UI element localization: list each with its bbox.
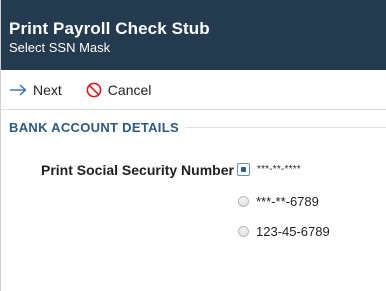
radio-selected-icon[interactable]: [237, 163, 250, 176]
section-divider: [184, 127, 386, 128]
cancel-button[interactable]: Cancel: [86, 81, 152, 98]
ssn-option-label: ***-**-6789: [256, 194, 319, 209]
toolbar: Next Cancel: [1, 70, 386, 110]
prohibited-icon: [86, 82, 102, 98]
cancel-button-label: Cancel: [107, 81, 152, 98]
ssn-field-label: Print Social Security Number: [41, 162, 234, 178]
ssn-option-full-mask[interactable]: ***-**-****: [237, 163, 301, 176]
page-title: Print Payroll Check Stub: [9, 19, 210, 38]
section-header: BANK ACCOUNT DETAILS: [9, 120, 386, 135]
next-button-label: Next: [33, 81, 62, 98]
section-title: BANK ACCOUNT DETAILS: [9, 120, 179, 135]
radio-unselected-icon[interactable]: [238, 226, 249, 237]
next-button[interactable]: Next: [9, 82, 62, 98]
ssn-option-label: 123-45-6789: [256, 224, 330, 239]
ssn-option-partial-mask[interactable]: ***-**-6789: [238, 194, 319, 209]
dialog-window: Print Payroll Check Stub Select SSN Mask…: [0, 0, 386, 291]
ssn-option-no-mask[interactable]: 123-45-6789: [238, 224, 330, 239]
radio-unselected-icon[interactable]: [238, 196, 249, 207]
page-subtitle: Select SSN Mask: [9, 40, 111, 55]
ssn-option-label: ***-**-****: [257, 164, 301, 175]
arrow-right-icon: [9, 83, 27, 96]
title-bar: Print Payroll Check Stub Select SSN Mask: [1, 0, 386, 70]
